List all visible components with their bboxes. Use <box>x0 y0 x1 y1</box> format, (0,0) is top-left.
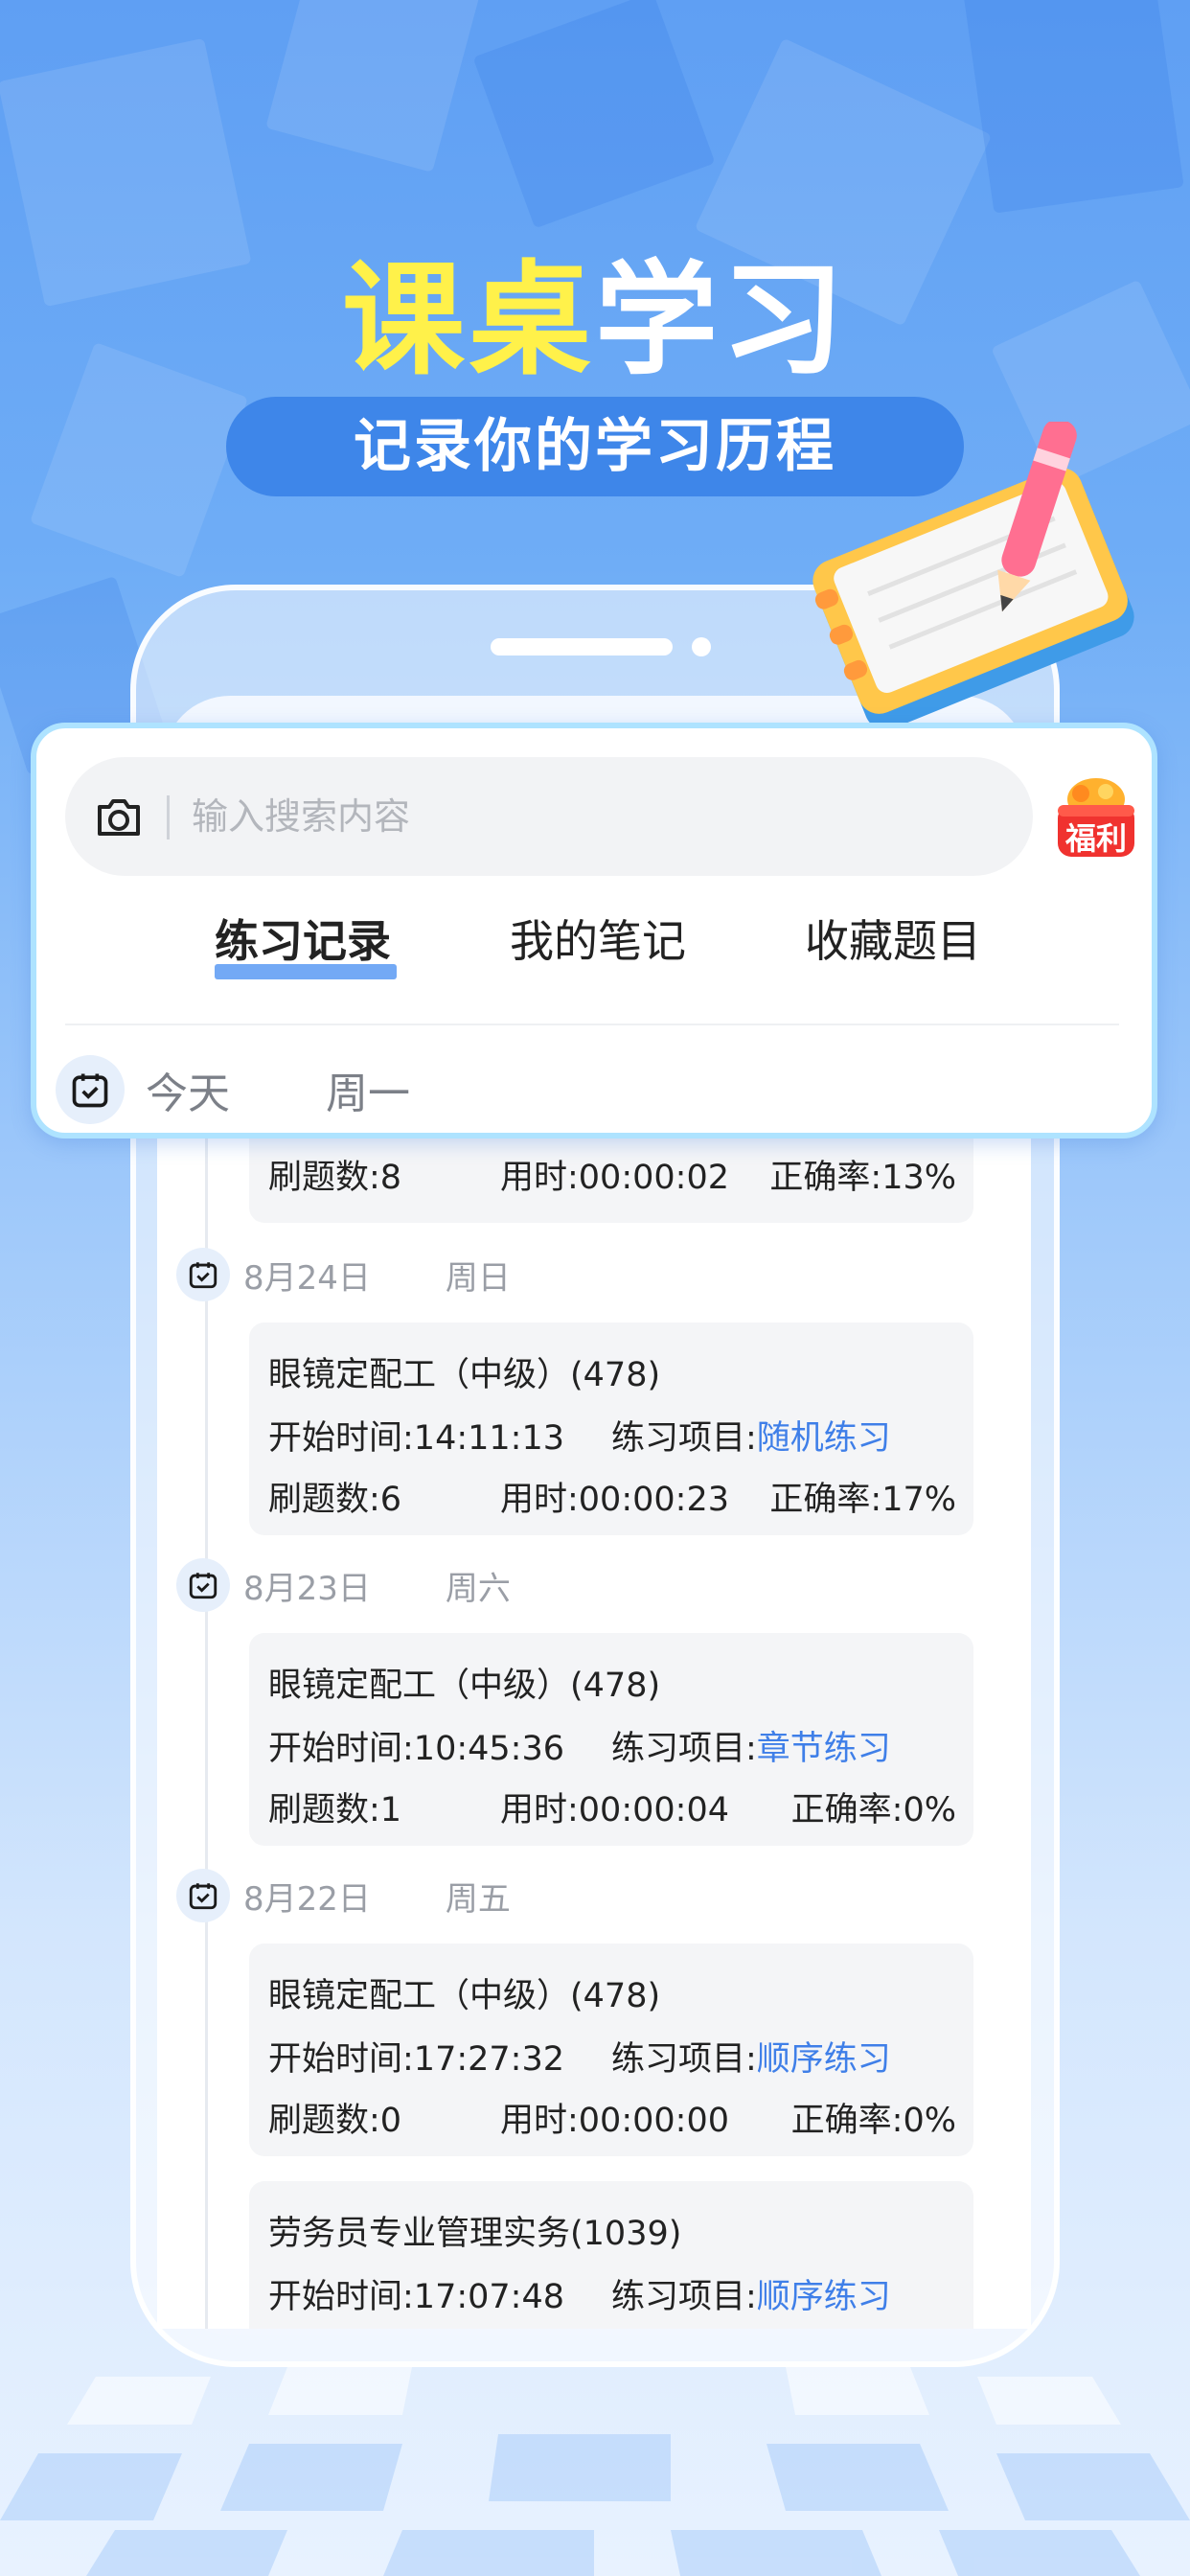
record-count: 刷题数:6 <box>268 1481 402 1519</box>
date-label: 8月24日 <box>243 1258 371 1298</box>
notebook-pen-illustration <box>812 422 1134 730</box>
record-item: 练习项目:随机练习 <box>611 1411 891 1460</box>
record-card[interactable]: 眼镜定配工（中级）(478) 开始时间:17:27:32 练习项目:顺序练习 刷… <box>249 1944 973 2156</box>
record-duration: 用时:00:00:04 <box>500 1791 729 1829</box>
practice-record-list[interactable]: 刷题数:8 用时:00:00:02 正确率:13% 8月24日 周日 眼镜定配工… <box>157 1112 1031 2329</box>
hero-title: 课桌学习 <box>0 220 1190 398</box>
record-start: 开始时间:17:27:32 <box>268 2032 564 2081</box>
record-card[interactable]: 眼镜定配工（中级）(478) 开始时间:14:11:13 练习项目:随机练习 刷… <box>249 1322 973 1535</box>
gift-label: 福利 <box>1064 820 1127 857</box>
phone-speaker <box>491 638 673 656</box>
record-duration: 用时:00:00:02 <box>500 1159 729 1197</box>
start-label: 开始时间: <box>268 2278 414 2316</box>
search-tabs-card: 输入搜索内容 福利 练习记录 我的笔记 收藏题目 今天 周一 <box>31 723 1157 1138</box>
record-title: 眼镜定配工（中级）(478) <box>268 1356 661 1394</box>
start-label: 开始时间: <box>268 1730 414 1768</box>
record-item: 练习项目:顺序练习 <box>611 2032 891 2081</box>
practice-item-link[interactable]: 顺序练习 <box>757 2040 891 2079</box>
record-start: 开始时间:14:11:13 <box>268 1411 564 1460</box>
day-filter-row: 今天 周一 <box>56 1054 410 1125</box>
start-label: 开始时间: <box>268 2040 414 2079</box>
practice-item-link[interactable]: 章节练习 <box>757 1730 891 1768</box>
record-title: 劳务员专业管理实务(1039) <box>268 2215 682 2253</box>
date-header: 8月24日 周日 <box>176 1248 511 1301</box>
start-time: 17:27:32 <box>413 2040 564 2079</box>
start-time: 10:45:36 <box>413 1730 564 1768</box>
record-accuracy: 正确率:13% <box>769 1159 956 1197</box>
weekday-label: 周日 <box>445 1258 511 1298</box>
record-card[interactable]: 劳务员专业管理实务(1039) 开始时间:17:07:48 练习项目:顺序练习 <box>249 2181 973 2329</box>
tab-bar: 练习记录 我的笔记 收藏题目 <box>36 907 1152 993</box>
tab-favorite-questions[interactable]: 收藏题目 <box>805 907 981 970</box>
calendar-check-icon <box>176 1869 230 1922</box>
date-header: 8月22日 周五 <box>176 1869 511 1922</box>
record-card[interactable]: 眼镜定配工（中级）(478) 开始时间:10:45:36 练习项目:章节练习 刷… <box>249 1633 973 1846</box>
camera-icon[interactable] <box>94 794 144 840</box>
start-time: 14:11:13 <box>413 1419 564 1458</box>
start-label: 开始时间: <box>268 1419 414 1458</box>
divider <box>65 1024 1119 1025</box>
phone-camera-dot <box>692 637 711 656</box>
record-accuracy: 正确率:0% <box>790 1791 956 1829</box>
date-label: 8月22日 <box>243 1879 371 1919</box>
record-accuracy: 正确率:17% <box>769 1481 956 1519</box>
date-label: 8月23日 <box>243 1569 371 1608</box>
date-header: 8月23日 周六 <box>176 1558 511 1612</box>
record-item: 练习项目:顺序练习 <box>611 2269 891 2318</box>
record-title: 眼镜定配工（中级）(478) <box>268 1977 661 2015</box>
item-label: 练习项目: <box>611 1419 757 1458</box>
record-count: 刷题数:8 <box>268 1159 402 1197</box>
search-divider <box>167 795 170 840</box>
item-label: 练习项目: <box>611 2278 757 2316</box>
practice-item-link[interactable]: 顺序练习 <box>757 2278 891 2316</box>
record-count: 刷题数:1 <box>268 1791 402 1829</box>
record-start: 开始时间:10:45:36 <box>268 1721 564 1770</box>
item-label: 练习项目: <box>611 1730 757 1768</box>
search-input[interactable]: 输入搜索内容 <box>192 757 410 876</box>
start-time: 17:07:48 <box>413 2278 564 2316</box>
tab-my-notes[interactable]: 我的笔记 <box>510 907 686 970</box>
record-title: 眼镜定配工（中级）(478) <box>268 1667 661 1705</box>
calendar-check-icon <box>176 1248 230 1301</box>
record-duration: 用时:00:00:00 <box>500 2102 729 2140</box>
gift-promo-button[interactable]: 福利 <box>1052 770 1140 862</box>
tab-practice-records[interactable]: 练习记录 <box>215 907 391 970</box>
today-filter[interactable]: 今天 <box>146 1059 230 1120</box>
hero-title-white: 学习 <box>595 249 849 392</box>
record-duration: 用时:00:00:23 <box>500 1481 729 1519</box>
weekday-label: 周五 <box>445 1879 511 1919</box>
search-bar[interactable]: 输入搜索内容 <box>65 757 1033 876</box>
hero-title-yellow: 课桌 <box>341 249 595 392</box>
floor-decoration <box>0 2367 1190 2576</box>
weekday-label: 周六 <box>445 1569 511 1608</box>
item-label: 练习项目: <box>611 2040 757 2079</box>
record-start: 开始时间:17:07:48 <box>268 2269 564 2318</box>
weekday-filter[interactable]: 周一 <box>326 1059 410 1120</box>
calendar-check-icon <box>176 1558 230 1612</box>
record-accuracy: 正确率:0% <box>790 2102 956 2140</box>
practice-item-link[interactable]: 随机练习 <box>757 1419 891 1458</box>
record-count: 刷题数:0 <box>268 2102 402 2140</box>
calendar-check-icon[interactable] <box>56 1055 125 1124</box>
record-item: 练习项目:章节练习 <box>611 1721 891 1770</box>
